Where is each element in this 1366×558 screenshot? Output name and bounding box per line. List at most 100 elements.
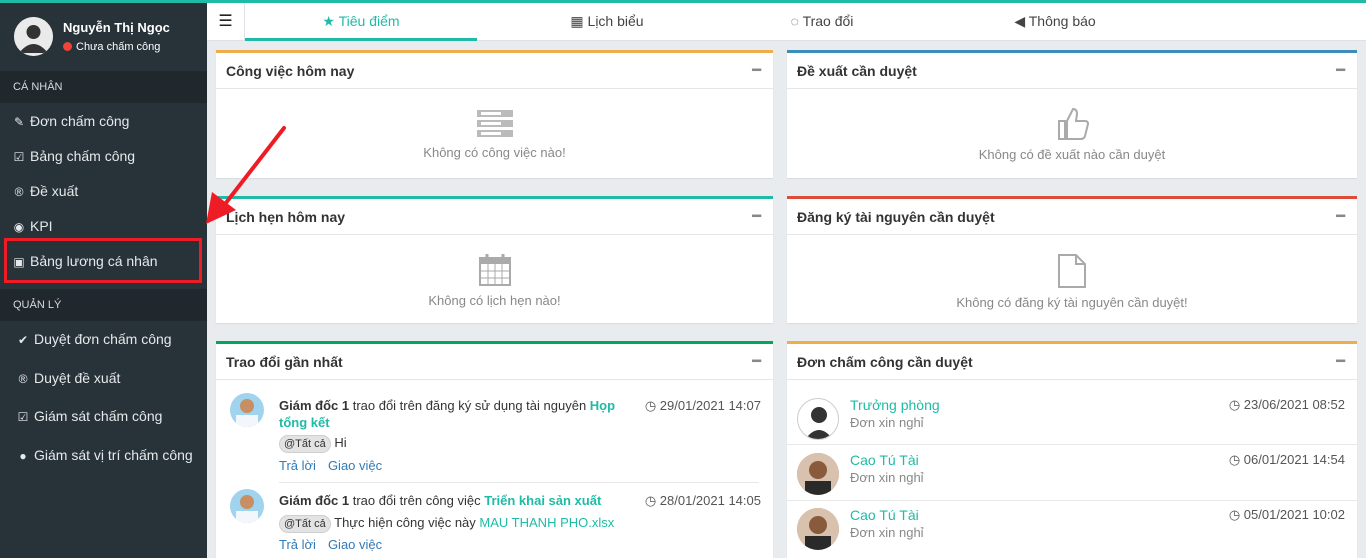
request-time: ◷ 05/01/2021 10:02 [1229,507,1345,523]
bullhorn-icon: ◀ [1014,13,1026,29]
request-time: ◷ 06/01/2021 14:54 [1229,452,1345,468]
user-profile[interactable]: Nguyễn Thị Ngọc Chưa chấm công [0,3,207,71]
sidebar-item-giam-sat-vi-tri[interactable]: ● Giám sát vị trí chấm công [0,440,207,470]
mention-badge: @Tất cả [279,515,331,533]
edit-icon: ✎ [13,115,25,129]
panel-title-text: Đăng ký tài nguyên cần duyệt [797,209,995,225]
panel-tasks-today: Công việc hôm nay ━ Không có công việc nà… [216,50,773,178]
calendar-check-icon: ☑ [17,410,29,424]
empty-message: Không có lịch hẹn nào! [428,293,561,308]
registered-icon: ® [14,185,24,199]
employee-name[interactable]: Cao Tú Tài [850,452,919,468]
empty-state: Không có đề xuất nào cần duyệt [787,89,1357,162]
attendance-item[interactable]: Cao Tú Tài Đơn xin nghỉ ◷ 06/01/2021 14:… [787,446,1357,501]
panel-title-text: Công việc hôm nay [226,63,355,79]
discussion-target-link[interactable]: Triển khai sản xuất [484,493,601,508]
tab-label: Trao đổi [802,13,854,29]
avatar [797,398,839,440]
collapse-button[interactable]: ━ [752,344,761,380]
discussion-action: trao đổi trên đăng ký sử dụng tài nguyên [352,398,587,413]
reply-link[interactable]: Trả lời [279,537,316,552]
divider [279,482,759,483]
panel-resources: Đăng ký tài nguyên cần duyệt ━ Không có đ… [787,196,1357,323]
user-name: Nguyễn Thị Ngọc [63,20,170,35]
attendance-item[interactable]: Cao Tú Tài Đơn xin nghỉ ◷ 05/01/2021 10:… [787,501,1357,558]
collapse-button[interactable]: ━ [1336,53,1345,89]
tab-thong-bao[interactable]: ◀ Thông báo [955,3,1155,41]
reply-link[interactable]: Trả lời [279,458,316,473]
section-personal: CÁ NHÂN [0,71,207,103]
sidebar-item-kpi[interactable]: ◉ KPI [0,211,207,241]
clock-icon: ◷ [1228,397,1241,412]
author-name[interactable]: Giám đốc 1 [279,398,349,413]
sidebar-item-label: KPI [30,218,53,234]
request-type: Đơn xin nghỉ [850,470,924,485]
tab-tieu-diem[interactable]: ★ Tiêu điểm [245,3,477,41]
avatar [14,17,53,56]
user-avatar-icon [236,399,258,427]
user-silhouette-icon [805,407,833,439]
panel-title-text: Đơn chấm công cần duyệt [797,354,973,370]
sidebar-item-label: Đề xuất [30,183,79,199]
sidebar-item-label: Duyệt đơn chấm công [34,331,172,347]
panel-proposals: Đề xuất cần duyệt ━ Không có đề xuất nào … [787,50,1357,178]
mention-badge: @Tất cả [279,435,331,453]
avatar [797,508,839,550]
assign-task-link[interactable]: Giao việc [328,537,382,552]
sidebar-item-giam-sat[interactable]: ☑ Giám sát chấm công [0,401,207,431]
discussion-text: Giám đốc 1 trao đổi trên đăng ký sử dụng… [279,397,635,431]
discussion-item[interactable]: Giám đốc 1 trao đổi trên đăng ký sử dụng… [216,381,773,475]
request-time: ◷ 23/06/2021 08:52 [1229,397,1345,413]
panel-title: Trao đổi gần nhất ━ [216,344,773,380]
tab-label: Thông báo [1028,13,1096,29]
sidebar-item-de-xuat[interactable]: ® Đề xuất [0,176,207,206]
time-text: 23/06/2021 08:52 [1243,397,1345,412]
time-text: 28/01/2021 14:05 [659,493,761,508]
discussion-text: Giám đốc 1 trao đổi trên công việc Triển… [279,493,601,508]
empty-message: Không có đăng ký tài nguyên cần duyệt! [956,295,1188,310]
attendance-item[interactable]: Trưởng phòng Đơn xin nghỉ ◷ 23/06/2021 0… [787,381,1357,445]
sidebar-item-duyet-de-xuat[interactable]: ® Duyệt đề xuất [0,363,207,393]
collapse-button[interactable]: ━ [1336,199,1345,235]
clock-icon: ◷ [1228,452,1241,467]
attachment-link[interactable]: MAU THANH PHO.xlsx [479,515,614,530]
discussion-message: @Tất cả Hi [279,435,347,453]
panel-title: Đề xuất cần duyệt ━ [787,53,1357,89]
author-name[interactable]: Giám đốc 1 [279,493,349,508]
sidebar-item-don-cham-cong[interactable]: ✎ Đơn chấm công [0,106,207,136]
sidebar-item-label: Giám sát vị trí chấm công [34,447,193,463]
user-status-text: Chưa chấm công [76,41,161,53]
discussion-message: @Tất cả Thực hiện công việc này MAU THAN… [279,515,614,533]
tab-trao-doi[interactable]: ◌ Trao đổi [722,3,922,41]
sidebar-item-duyet-don[interactable]: ✔ Duyệt đơn chấm công [0,324,207,354]
user-photo-icon [797,508,839,550]
hamburger-icon: ☰ [218,13,233,30]
message-text: Thực hiện công việc này [334,515,476,530]
top-tabs-bar: ☰ ★ Tiêu điểm ▦ Lịch biểu ◌ Trao đổi ◀ T… [207,0,1366,41]
empty-state: Không có công việc nào! [216,89,773,160]
collapse-button[interactable]: ━ [1336,344,1345,380]
sidebar-item-label: Đơn chấm công [30,113,130,129]
section-manage: QUẢN LÝ [0,289,207,321]
sidebar-item-bang-cham-cong[interactable]: ☑ Bảng chấm công [0,141,207,171]
tab-lich-bieu[interactable]: ▦ Lịch biểu [507,3,707,41]
file-icon [1058,254,1086,288]
user-silhouette-icon [14,17,53,56]
employee-name[interactable]: Cao Tú Tài [850,507,919,523]
collapse-button[interactable]: ━ [752,53,761,89]
sidebar-item-label: Giám sát chấm công [34,408,163,424]
collapse-button[interactable]: ━ [752,199,761,235]
discussion-time: ◷ 28/01/2021 14:05 [645,493,761,509]
assign-task-link[interactable]: Giao việc [328,458,382,473]
discussion-item[interactable]: Giám đốc 1 trao đổi trên công việc Triển… [216,484,773,558]
request-type: Đơn xin nghỉ [850,415,924,430]
discussion-action: trao đổi trên công việc [352,493,481,508]
calendar-icon [478,254,511,286]
empty-state: Không có lịch hẹn nào! [216,235,773,308]
annotation-arrow-icon [206,126,286,224]
menu-toggle-button[interactable]: ☰ [207,3,245,41]
panel-title: Lịch hẹn hôm nay ━ [216,199,773,235]
discussion-actions: Trả lời Giao việc [279,537,394,552]
user-photo-icon [797,453,839,495]
employee-name[interactable]: Trưởng phòng [850,397,940,413]
